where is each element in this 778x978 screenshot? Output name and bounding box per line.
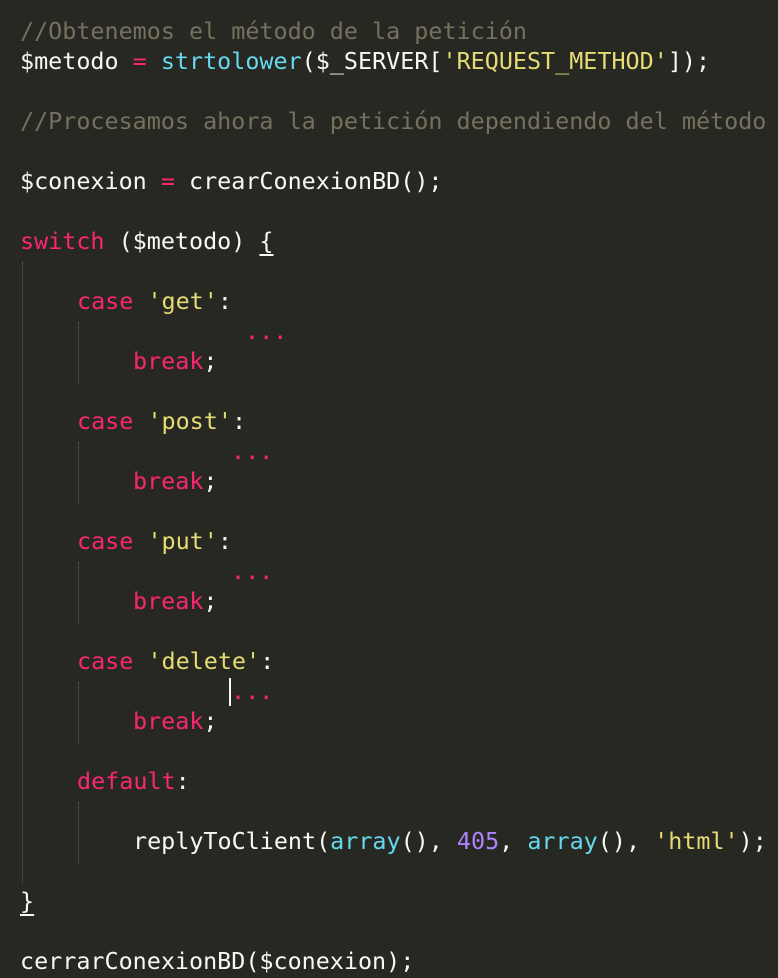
- indent-guide: [78, 682, 79, 744]
- semicolon-token: ;: [203, 467, 218, 495]
- code-line-comment[interactable]: //Procesamos ahora la petición dependien…: [20, 106, 766, 136]
- indent-guide: [78, 322, 79, 384]
- variable-token: $metodo: [20, 47, 119, 75]
- args-token: ($_SERVER[: [301, 47, 443, 75]
- colon-token: :: [217, 527, 232, 555]
- code-line-comment[interactable]: //Obtenemos el método de la petición: [20, 16, 527, 46]
- string-token: 'delete': [147, 647, 261, 675]
- code-line-break[interactable]: break;: [133, 466, 218, 496]
- parens-token: (): [400, 827, 429, 855]
- switch-args-token: ($metodo): [104, 227, 260, 255]
- args-close-token: ]);: [667, 47, 711, 75]
- keyword-token: break: [133, 587, 204, 615]
- comma-token: ,: [428, 827, 457, 855]
- code-line-switch[interactable]: switch ($metodo) {: [20, 226, 274, 256]
- code-line-case-get[interactable]: case 'get':: [77, 286, 232, 316]
- function-token: strtolower: [160, 47, 302, 75]
- text-cursor: [229, 678, 231, 706]
- semicolon-token: ;: [203, 587, 218, 615]
- code-line-case-post[interactable]: case 'post':: [77, 406, 246, 436]
- operator-token: =: [118, 47, 161, 75]
- comment-text: //Procesamos ahora la petición dependien…: [20, 107, 767, 135]
- keyword-token: break: [133, 467, 204, 495]
- indent-guide: [22, 262, 23, 884]
- code-line-default[interactable]: default:: [77, 766, 190, 796]
- indent-guide: [78, 802, 79, 864]
- array-token: array: [330, 827, 401, 855]
- code-line-conexion[interactable]: $conexion = crearConexionBD();: [20, 166, 442, 196]
- keyword-token: switch: [20, 227, 105, 255]
- indent-guide: [78, 442, 79, 504]
- code-line-case-put[interactable]: case 'put':: [77, 526, 232, 556]
- code-line-ellipsis[interactable]: ...: [245, 316, 287, 346]
- parens-token: (): [597, 827, 626, 855]
- code-line-metodo[interactable]: $metodo = strtolower($_SERVER['REQUEST_M…: [20, 46, 710, 76]
- code-line-break[interactable]: break;: [133, 346, 218, 376]
- string-token: 'get': [147, 287, 218, 315]
- ellipsis-token: ...: [245, 317, 288, 345]
- function-call-token: replyToClient(: [133, 827, 331, 855]
- brace-token: }: [20, 887, 35, 915]
- variable-token: $conexion: [20, 167, 147, 195]
- string-token: 'post': [147, 407, 232, 435]
- comment-text: //Obtenemos el método de la petición: [20, 17, 527, 45]
- comma-token: ,: [625, 827, 655, 855]
- keyword-token: case: [77, 527, 134, 555]
- number-token: 405: [456, 827, 500, 855]
- code-line-ellipsis[interactable]: ...: [231, 436, 273, 466]
- code-line-reply[interactable]: replyToClient(array(), 405, array(), 'ht…: [133, 826, 767, 856]
- string-token: 'html': [654, 827, 739, 855]
- code-line-cerrar[interactable]: cerrarConexionBD($conexion);: [20, 946, 414, 976]
- keyword-token: break: [133, 707, 204, 735]
- keyword-token: default: [77, 767, 176, 795]
- call-token: cerrarConexionBD($conexion);: [20, 947, 415, 975]
- ellipsis-token: ...: [231, 677, 274, 705]
- colon-token: :: [231, 407, 247, 435]
- call-token: crearConexionBD();: [189, 167, 443, 195]
- keyword-token: break: [133, 347, 204, 375]
- code-line-case-delete[interactable]: case 'delete':: [77, 646, 274, 676]
- ellipsis-token: ...: [231, 437, 274, 465]
- colon-token: :: [175, 767, 190, 795]
- keyword-token: case: [77, 287, 134, 315]
- ellipsis-token: ...: [231, 557, 274, 585]
- string-token: 'REQUEST_METHOD': [442, 47, 668, 75]
- brace-token: {: [259, 227, 274, 255]
- indent-guide: [78, 562, 79, 624]
- code-editor[interactable]: //Obtenemos el método de la petición $me…: [0, 0, 778, 978]
- semicolon-token: ;: [203, 347, 218, 375]
- comma-token: ,: [499, 827, 528, 855]
- string-token: 'put': [147, 527, 218, 555]
- colon-token: :: [217, 287, 232, 315]
- code-line-ellipsis[interactable]: ...: [231, 556, 273, 586]
- array-token: array: [527, 827, 598, 855]
- code-line-break[interactable]: break;: [133, 586, 218, 616]
- code-line-ellipsis[interactable]: ...: [231, 676, 273, 706]
- semicolon-token: ;: [203, 707, 218, 735]
- operator-token: =: [146, 167, 189, 195]
- close-token: );: [738, 827, 767, 855]
- keyword-token: case: [77, 647, 134, 675]
- code-line-brace-close[interactable]: }: [20, 886, 34, 916]
- code-line-break[interactable]: break;: [133, 706, 218, 736]
- colon-token: :: [260, 647, 275, 675]
- keyword-token: case: [77, 407, 134, 435]
